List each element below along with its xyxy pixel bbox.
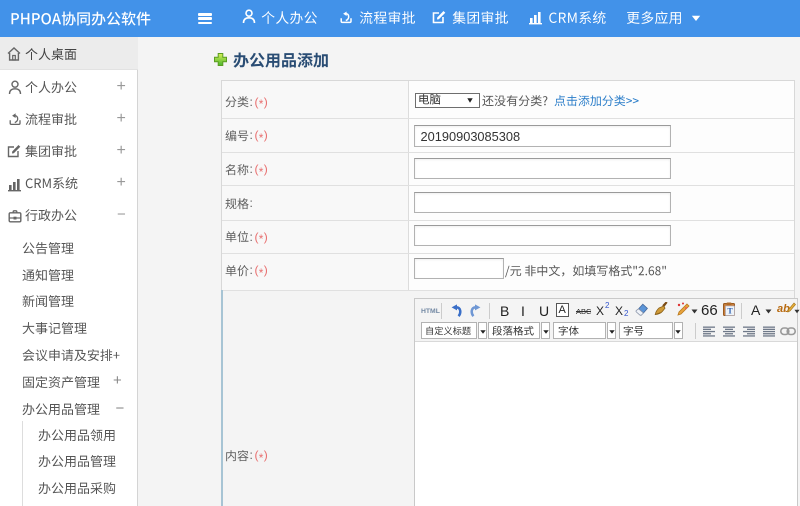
svg-text:T: T: [727, 307, 733, 316]
